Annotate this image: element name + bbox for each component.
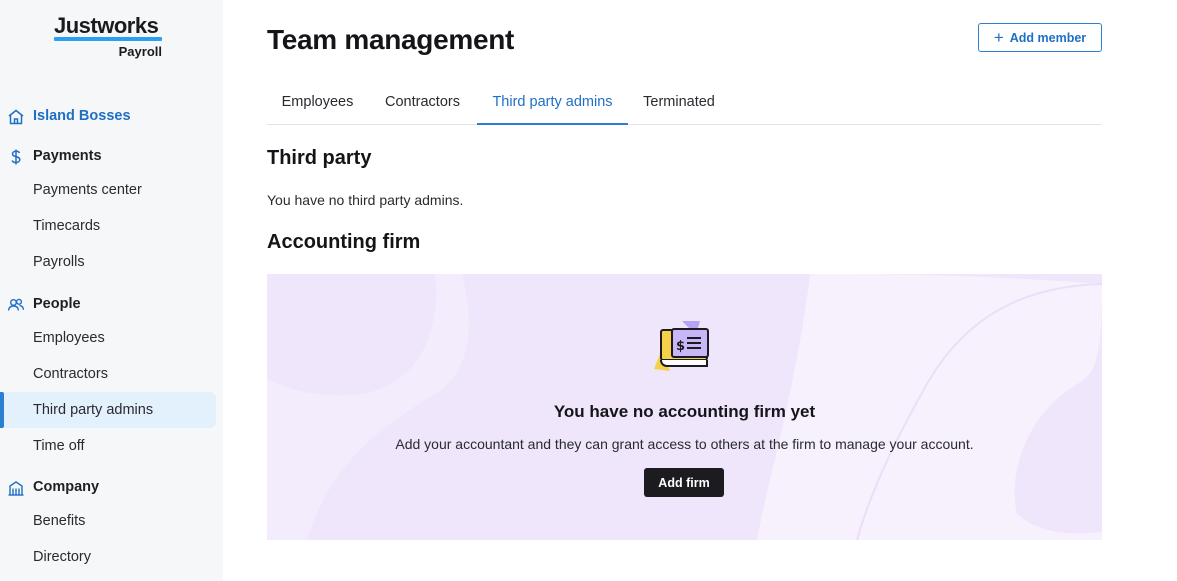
dollar-icon	[11, 149, 21, 165]
sidebar-item-label: Benefits	[33, 513, 86, 529]
svg-text:$: $	[676, 339, 685, 354]
sidebar-section-label: Payments	[33, 148, 102, 164]
building-icon	[8, 481, 24, 496]
empty-state-title: You have no accounting firm yet	[553, 402, 816, 421]
third-party-empty-text: You have no third party admins.	[267, 192, 464, 208]
sidebar-section-company[interactable]: Company	[0, 472, 223, 502]
sidebar-item-payrolls[interactable]: Payrolls	[0, 244, 216, 280]
empty-state-description: Add your accountant and they can grant a…	[395, 436, 974, 452]
tab-label: Third party admins	[492, 94, 613, 110]
sidebar: Justworks Payroll Island Bosses Payments…	[0, 0, 223, 581]
sidebar-item-time-off[interactable]: Time off	[0, 428, 216, 464]
tab-label: Employees	[281, 94, 354, 110]
third-party-heading: Third party	[267, 147, 372, 169]
sidebar-item-timecards[interactable]: Timecards	[0, 208, 216, 244]
sidebar-item-label: Employees	[33, 330, 105, 346]
sidebar-item-label: Timecards	[33, 218, 101, 234]
sidebar-section-payments[interactable]: Payments	[0, 141, 223, 171]
sidebar-item-label: Time off	[33, 438, 85, 454]
sidebar-item-directory[interactable]: Directory	[0, 539, 216, 575]
sidebar-item-label: Directory	[33, 549, 92, 565]
sidebar-item-label: Third party admins	[33, 402, 154, 418]
add-member-label: Add member	[1009, 30, 1087, 45]
sidebar-item-label: Payments center	[33, 182, 142, 198]
sidebar-item-payments-center[interactable]: Payments center	[0, 172, 216, 208]
sidebar-section-label: Company	[33, 479, 100, 495]
company-name: Island Bosses	[33, 108, 131, 124]
tab-label: Terminated	[643, 94, 715, 110]
tab-terminated[interactable]: Terminated	[628, 86, 730, 125]
add-firm-button[interactable]: Add firm	[644, 468, 724, 497]
tab-third-party-admins[interactable]: Third party admins	[477, 86, 628, 125]
sidebar-company-home[interactable]: Island Bosses	[0, 101, 223, 131]
logo-wordmark: Justworks	[54, 14, 162, 41]
tab-contractors[interactable]: Contractors	[368, 86, 477, 125]
home-icon	[8, 109, 24, 125]
plus-icon: +	[993, 27, 1004, 47]
sidebar-item-contractors[interactable]: Contractors	[0, 356, 216, 392]
sidebar-item-third-party-admins[interactable]: Third party admins	[0, 392, 216, 428]
sidebar-section-people[interactable]: People	[0, 289, 223, 319]
sidebar-item-employees[interactable]: Employees	[0, 320, 216, 356]
sidebar-item-label: Payrolls	[33, 254, 85, 270]
tab-label: Contractors	[385, 94, 460, 110]
add-member-button[interactable]: + Add member	[978, 23, 1102, 52]
justworks-logo[interactable]: Justworks Payroll	[54, 14, 162, 59]
sidebar-item-benefits[interactable]: Benefits	[0, 503, 216, 539]
accounting-ledger-icon: $	[654, 321, 709, 371]
sidebar-item-label: Contractors	[33, 366, 108, 382]
people-icon	[7, 298, 25, 311]
tab-bar: Employees Contractors Third party admins…	[267, 86, 1102, 125]
tab-employees[interactable]: Employees	[267, 86, 368, 125]
page-title: Team management	[267, 24, 515, 55]
logo-product: Payroll	[118, 44, 162, 59]
sidebar-section-label: People	[33, 296, 81, 312]
accounting-firm-heading: Accounting firm	[267, 231, 421, 253]
